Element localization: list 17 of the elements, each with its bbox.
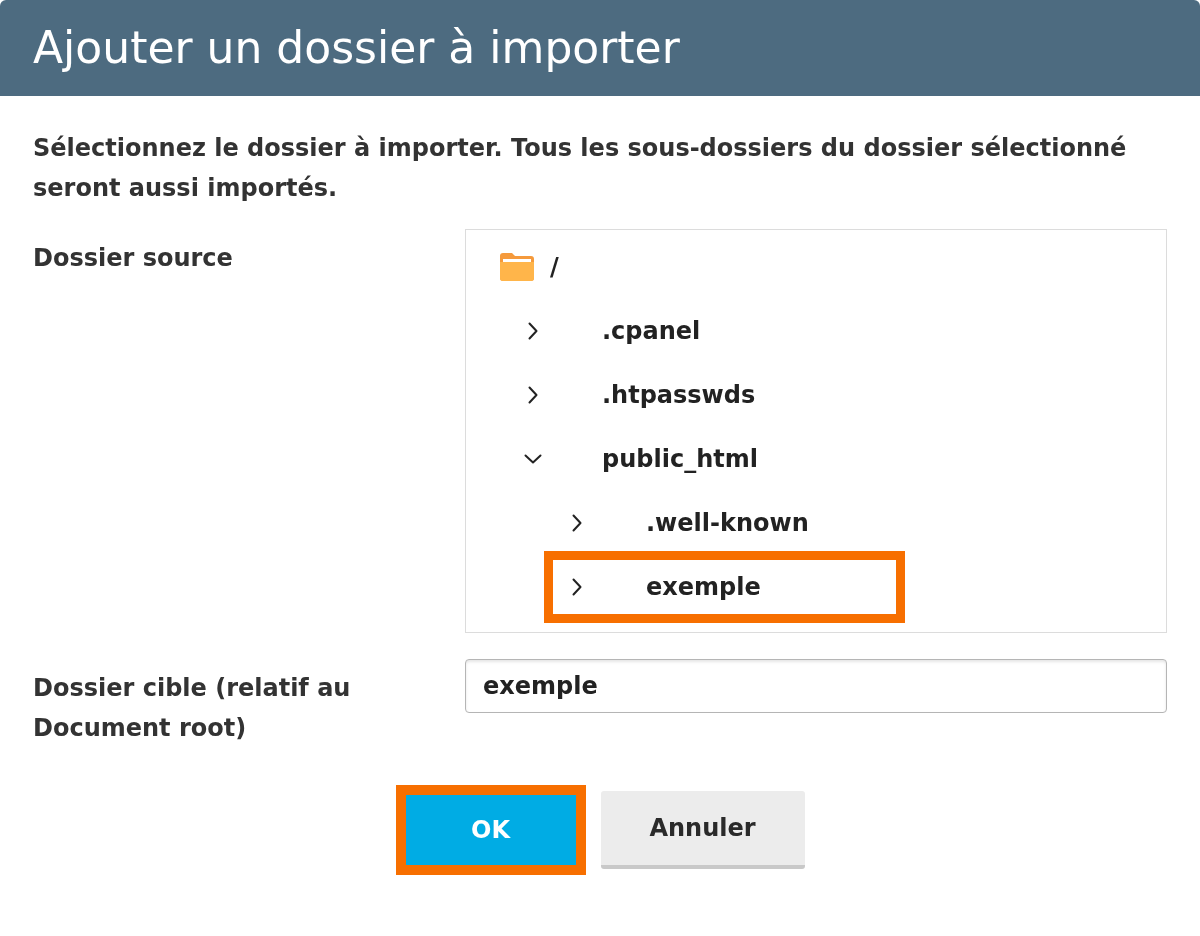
tree-item[interactable]: .htpasswds xyxy=(500,363,781,427)
tree-item[interactable]: .cpanel xyxy=(500,299,726,363)
chevron-right-icon[interactable] xyxy=(528,322,538,340)
chevron-down-icon[interactable] xyxy=(524,454,542,464)
dialog-title: Ajouter un dossier à importer xyxy=(33,26,680,70)
description-text: Sélectionnez le dossier à importer. Tous les sous-dossiers du dossier sélectionné seront aussi importés. xyxy=(33,133,1128,204)
tree-item[interactable]: exemple xyxy=(544,551,905,623)
chevron-right-icon[interactable] xyxy=(572,578,582,596)
target-folder-label: Dossier cible (relatif au Document root) xyxy=(33,673,352,744)
cancel-button[interactable]: Annuler xyxy=(600,791,805,869)
tree-root-item[interactable]: / xyxy=(500,235,559,299)
chevron-right-icon[interactable] xyxy=(572,514,582,532)
chevron-right-icon[interactable] xyxy=(528,386,538,404)
target-folder-input[interactable]: exemple xyxy=(465,659,1167,713)
folder-icon xyxy=(500,253,534,281)
tree-item[interactable]: public_html xyxy=(500,427,783,491)
source-folder-label: Dossier source xyxy=(33,243,233,274)
